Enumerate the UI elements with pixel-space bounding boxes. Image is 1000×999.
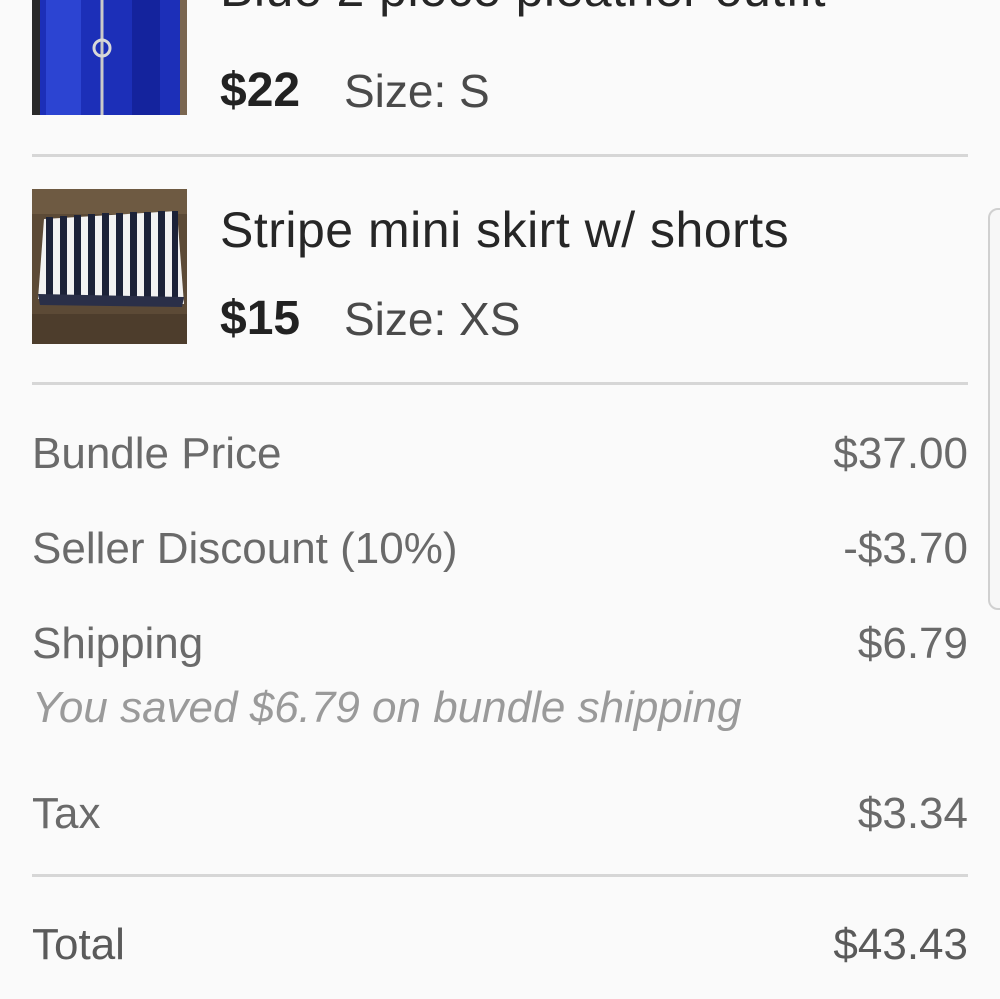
cart-item[interactable]: Blue 2 piece pleather outfit $22 Size: S — [32, 0, 968, 117]
item-size: Size: S — [344, 65, 490, 117]
item-price: $15 — [220, 292, 301, 345]
seller-discount-value: -$3.70 — [843, 524, 968, 573]
total-label: Total — [32, 920, 125, 969]
shipping-value: $6.79 — [857, 619, 968, 668]
total-value: $43.43 — [833, 920, 968, 969]
item-price: $22 — [220, 64, 301, 117]
divider — [32, 382, 968, 385]
bundle-price-value: $37.00 — [833, 429, 968, 478]
item-size: Size: XS — [344, 293, 521, 345]
blue-pleather-outfit-photo[interactable] — [32, 0, 187, 115]
scroll-handle[interactable] — [988, 208, 1000, 610]
shipping-label: Shipping — [32, 619, 204, 668]
item-title[interactable]: Stripe mini skirt w/ shorts — [220, 203, 789, 258]
divider — [32, 154, 968, 157]
tax-value: $3.34 — [857, 789, 968, 838]
shipping-savings-note: You saved $6.79 on bundle shipping — [32, 683, 742, 732]
item-title[interactable]: Blue 2 piece pleather outfit — [220, 0, 826, 14]
seller-discount-label: Seller Discount (10%) — [32, 524, 458, 573]
tax-label: Tax — [32, 789, 101, 838]
striped-skirt-photo[interactable] — [32, 189, 187, 344]
divider — [32, 874, 968, 877]
bundle-price-label: Bundle Price — [32, 429, 282, 478]
cart-item[interactable]: Stripe mini skirt w/ shorts $15 Size: XS — [32, 189, 968, 346]
